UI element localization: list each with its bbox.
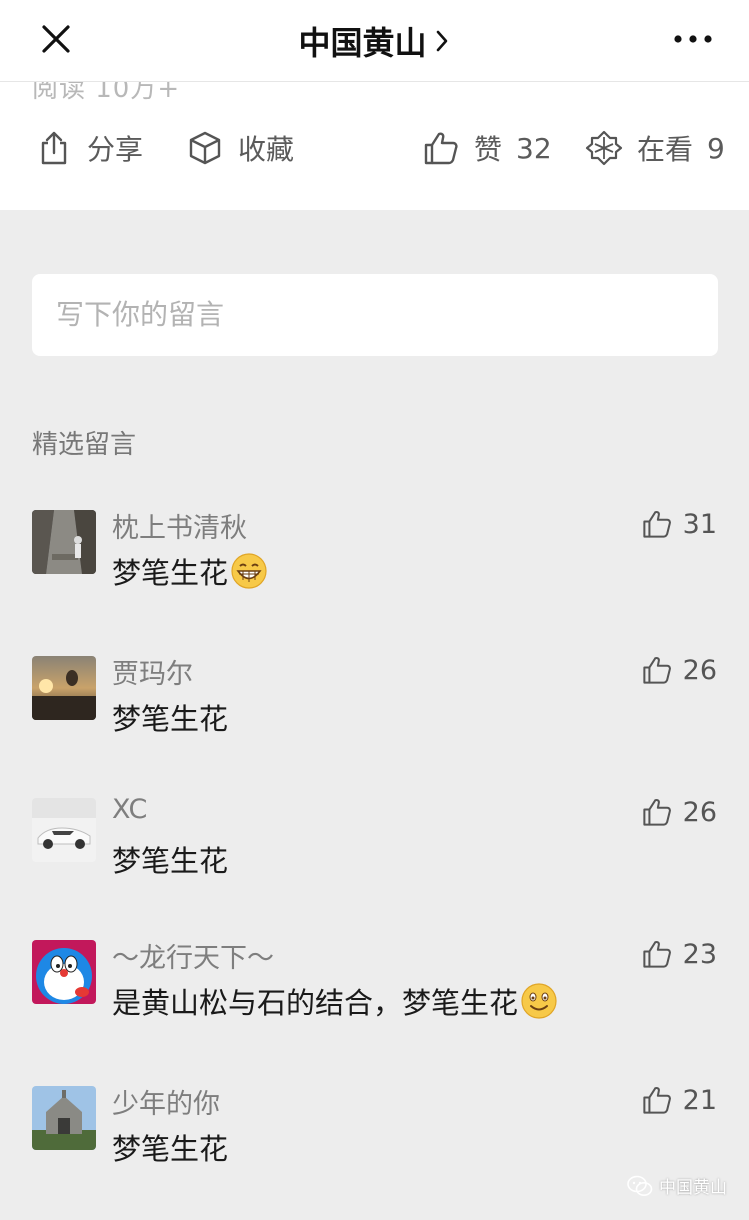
grinning-emoji-icon	[231, 553, 267, 589]
watermark-label: 中国黄山	[659, 1178, 727, 1198]
comment-text: 梦笔生花	[112, 1126, 228, 1168]
featured-comments-title: 精选留言	[32, 430, 137, 460]
like-button[interactable]: 赞 32	[422, 126, 552, 170]
more-options-icon[interactable]	[673, 28, 713, 50]
comment-like-button[interactable]: 23	[641, 938, 717, 970]
thumbs-up-icon	[642, 798, 671, 826]
top-nav-bar: 中国黄山	[0, 0, 749, 82]
chevron-right-icon	[436, 30, 447, 52]
comment-like-button[interactable]: 26	[641, 654, 717, 686]
favorite-button[interactable]: 收藏	[186, 126, 294, 170]
looking-label: 在看	[637, 133, 694, 166]
wechat-icon	[627, 1175, 653, 1196]
thumbs-up-icon	[642, 1086, 671, 1114]
comment-text: 是黄山松与石的结合，梦笔生花	[112, 980, 558, 1022]
comment-like-count: 21	[682, 1084, 717, 1116]
avatar-image	[32, 510, 96, 574]
like-label: 赞	[474, 133, 503, 166]
comment-body: 梦笔生花	[112, 556, 229, 590]
commenter-name: 贾玛尔	[112, 659, 193, 690]
avatar-image	[32, 1086, 96, 1150]
like-count: 32	[516, 131, 552, 165]
comment-body: 是黄山松与石的结合，梦笔生花	[112, 986, 519, 1020]
comment-text: 梦笔生花	[112, 550, 268, 592]
article-action-bar: 分享 收藏 赞 32 在看 9	[0, 100, 749, 210]
commenter-name: 少年的你	[112, 1089, 220, 1120]
comment-body: 梦笔生花	[112, 1132, 229, 1166]
comment-like-count: 26	[682, 796, 717, 828]
smiling-emoji-icon	[521, 983, 557, 1019]
comment-item: XC 梦笔生花 26	[0, 794, 749, 908]
looking-count: 9	[707, 131, 725, 165]
comment-like-button[interactable]: 31	[641, 508, 717, 540]
comment-text: 梦笔生花	[112, 838, 228, 880]
comment-like-count: 23	[682, 938, 717, 970]
read-count-peek: 阅读 10万+	[0, 82, 749, 100]
commenter-name: XC	[112, 794, 148, 825]
comment-item: 贾玛尔 梦笔生花 26	[0, 654, 749, 766]
thumbs-up-icon	[642, 656, 671, 684]
account-title[interactable]: 中国黄山	[0, 18, 749, 64]
avatar[interactable]	[32, 510, 96, 574]
comment-like-count: 26	[682, 654, 717, 686]
share-button[interactable]: 分享	[35, 126, 143, 170]
avatar-image	[32, 798, 96, 862]
comment-input[interactable]: 写下你的留言	[32, 274, 718, 356]
comment-body: 梦笔生花	[112, 702, 229, 736]
share-icon	[41, 131, 67, 165]
page-title: 中国黄山	[298, 24, 427, 62]
comment-item: 枕上书清秋 梦笔生花 31	[0, 508, 749, 620]
commenter-name: ～龙行天下～	[112, 943, 274, 974]
comment-like-button[interactable]: 21	[641, 1084, 717, 1116]
comment-body: 梦笔生花	[112, 844, 229, 878]
looking-icon	[585, 130, 623, 166]
avatar[interactable]	[32, 798, 96, 862]
avatar-image	[32, 656, 96, 720]
comment-text: 梦笔生花	[112, 696, 228, 738]
commenter-name: 枕上书清秋	[112, 513, 247, 544]
thumbs-up-icon	[642, 940, 671, 968]
thumbs-up-icon	[642, 510, 671, 538]
looking-button[interactable]: 在看 9	[585, 126, 725, 170]
comment-placeholder: 写下你的留言	[56, 298, 225, 331]
read-count-text: 阅读 10万+	[32, 82, 181, 100]
share-label: 分享	[87, 133, 144, 166]
thumbs-up-icon	[424, 132, 458, 165]
favorite-label: 收藏	[238, 133, 295, 166]
avatar-image	[32, 940, 96, 1004]
comment-like-button[interactable]: 26	[641, 796, 717, 828]
avatar[interactable]	[32, 1086, 96, 1150]
cube-icon	[189, 131, 221, 165]
avatar[interactable]	[32, 656, 96, 720]
comment-item: ～龙行天下～ 是黄山松与石的结合，梦笔生花 23	[0, 938, 749, 1050]
avatar[interactable]	[32, 940, 96, 1004]
watermark: 中国黄山	[627, 1173, 727, 1198]
comment-like-count: 31	[682, 508, 717, 540]
